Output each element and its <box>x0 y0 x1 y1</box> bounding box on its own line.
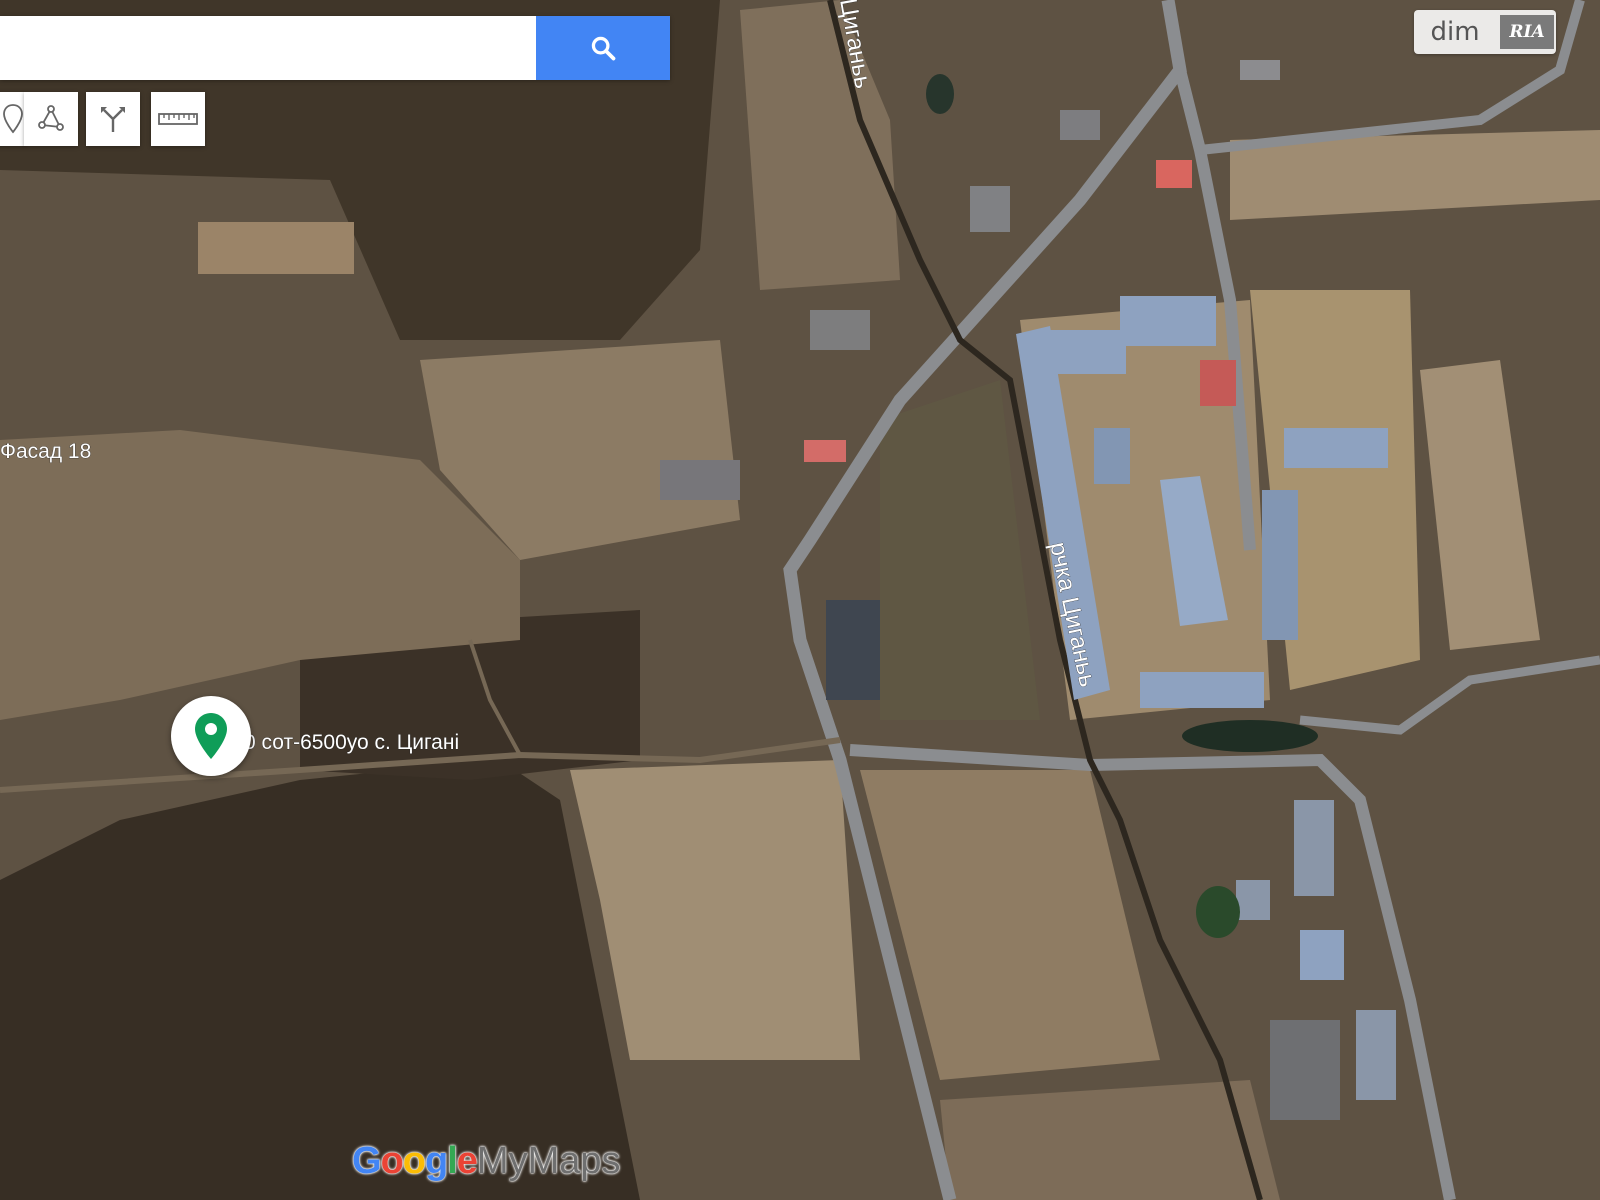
shed-se-4 <box>1236 880 1270 920</box>
house-1 <box>810 310 870 350</box>
logo-my-maps: MyMaps <box>476 1140 621 1182</box>
field-top <box>198 222 354 274</box>
search-bar <box>0 16 670 80</box>
pond-top <box>926 74 954 114</box>
red-roof-2 <box>1156 160 1192 188</box>
logo-letter: o <box>380 1140 404 1182</box>
logo-letter: e <box>456 1140 478 1182</box>
shed-east <box>1262 490 1298 640</box>
red-roof-1 <box>1200 360 1236 406</box>
pond-east <box>1182 720 1318 752</box>
logo-letter: g <box>425 1140 448 1182</box>
red-roof-3 <box>804 440 846 462</box>
satellite-map[interactable]: Циганьь рчка Циганьь Фасад 18 0 сот-6500… <box>0 0 1600 1200</box>
marker-icon <box>3 104 23 134</box>
logo-letter: G <box>352 1140 382 1182</box>
house-2 <box>660 460 740 500</box>
search-icon <box>591 36 616 61</box>
shed-se-2 <box>1300 930 1344 980</box>
lot-se <box>1270 1020 1340 1120</box>
watermark-dim-text: dim <box>1430 17 1480 47</box>
house-3 <box>970 186 1010 232</box>
map-pin-icon <box>195 713 227 759</box>
pond-south <box>1196 886 1240 938</box>
draw-line-icon <box>38 105 64 131</box>
house-4 <box>1060 110 1100 140</box>
ruler-icon <box>158 113 198 125</box>
warehouse-east <box>1284 428 1388 468</box>
logo-letter: o <box>402 1140 426 1182</box>
place-marker-label: 0 сот-6500уо с. Цигані <box>244 731 459 754</box>
shed-se-3 <box>1356 1010 1396 1100</box>
shed-small <box>1094 428 1130 484</box>
directions-button[interactable] <box>86 92 140 146</box>
place-marker[interactable] <box>171 696 251 776</box>
dark-building <box>826 600 880 700</box>
search-button[interactable] <box>536 16 670 80</box>
warehouse-north-b <box>1120 296 1216 346</box>
warehouse-north-a <box>1046 330 1126 374</box>
facade-label: Фасад 18 <box>0 440 91 463</box>
add-marker-button[interactable] <box>0 92 26 146</box>
logo-letter: l <box>447 1140 458 1182</box>
warehouse-south <box>1140 672 1264 708</box>
search-input[interactable] <box>0 16 536 80</box>
shed-se-1 <box>1294 800 1334 896</box>
measure-distance-button[interactable] <box>151 92 205 146</box>
watermark-ria-text: RIA <box>1500 15 1554 49</box>
house-5 <box>1240 60 1280 80</box>
directions-icon <box>101 107 125 132</box>
dim-ria-watermark: dim RIA <box>1414 10 1556 54</box>
google-my-maps-logo: GoogleMyMaps <box>352 1140 621 1183</box>
draw-line-button[interactable] <box>24 92 78 146</box>
